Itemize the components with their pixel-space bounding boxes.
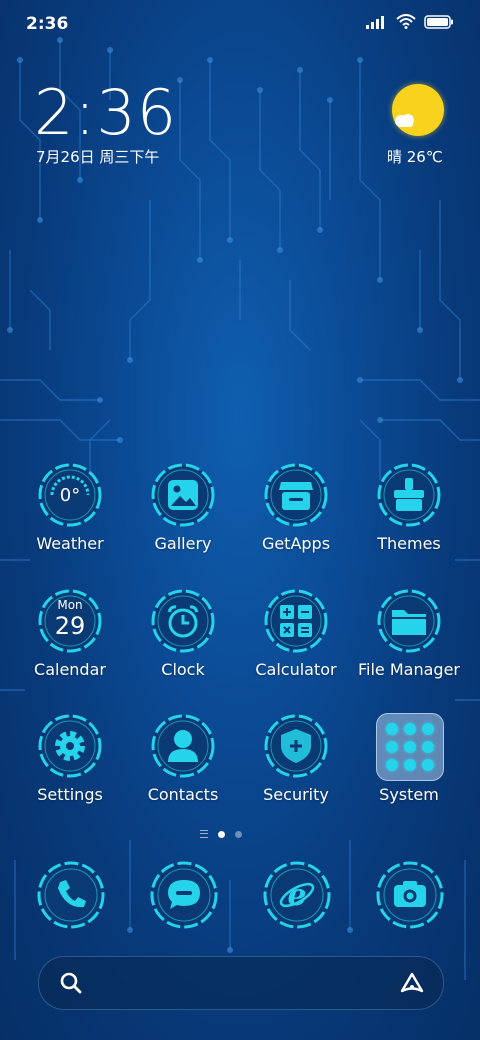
clock-icon [167, 605, 199, 638]
folder-icon [392, 610, 426, 635]
shield-icon [281, 729, 311, 763]
assistant-icon[interactable] [399, 970, 425, 996]
search-bar[interactable] [38, 956, 444, 1010]
contact-icon [168, 730, 198, 762]
calculator-icon [280, 605, 312, 637]
mini-app-icon [386, 723, 398, 735]
mini-app-icon [422, 723, 434, 735]
widget-clock[interactable]: 2:36 [34, 76, 177, 149]
app-label: File Manager [358, 660, 460, 679]
app-label: System [379, 785, 439, 804]
folder-group-icon [376, 713, 444, 781]
sun-icon[interactable] [392, 84, 444, 136]
wifi-icon [396, 14, 416, 29]
status-time: 2:36 [26, 14, 69, 34]
message-icon[interactable] [149, 860, 219, 930]
mini-app-icon [422, 759, 434, 771]
themes-icon [394, 478, 424, 511]
getapps-icon [279, 482, 313, 510]
camera-icon[interactable] [375, 860, 445, 930]
gear-icon [55, 731, 85, 761]
page-dot[interactable] [235, 830, 242, 838]
widget-date: 7月26日 周三下午 [36, 148, 160, 166]
widget-weather: 晴 26℃ [387, 148, 443, 166]
mini-app-icon [404, 723, 416, 735]
mini-app-icon [404, 741, 416, 753]
signal-icon [366, 15, 384, 29]
calendar-icon: Mon 29 [54, 598, 86, 640]
page-indicator-minus-one[interactable] [200, 830, 208, 838]
mini-app-icon [386, 759, 398, 771]
cloud-icon [395, 114, 414, 127]
app-label: Themes [377, 534, 441, 553]
search-icon[interactable] [59, 971, 83, 995]
battery-icon [424, 14, 453, 29]
mini-app-icon [404, 759, 416, 771]
status-bar: 2:36 [0, 0, 480, 48]
browser-icon[interactable]: e [262, 860, 332, 930]
weather-icon: 0° [59, 484, 81, 506]
svg-text:e: e [287, 878, 306, 913]
page-indicator[interactable] [200, 830, 242, 838]
mini-app-icon [386, 741, 398, 753]
phone-icon[interactable] [36, 860, 106, 930]
gallery-icon [168, 480, 198, 510]
page-dot-active[interactable] [218, 830, 225, 838]
mini-app-icon [422, 741, 434, 753]
